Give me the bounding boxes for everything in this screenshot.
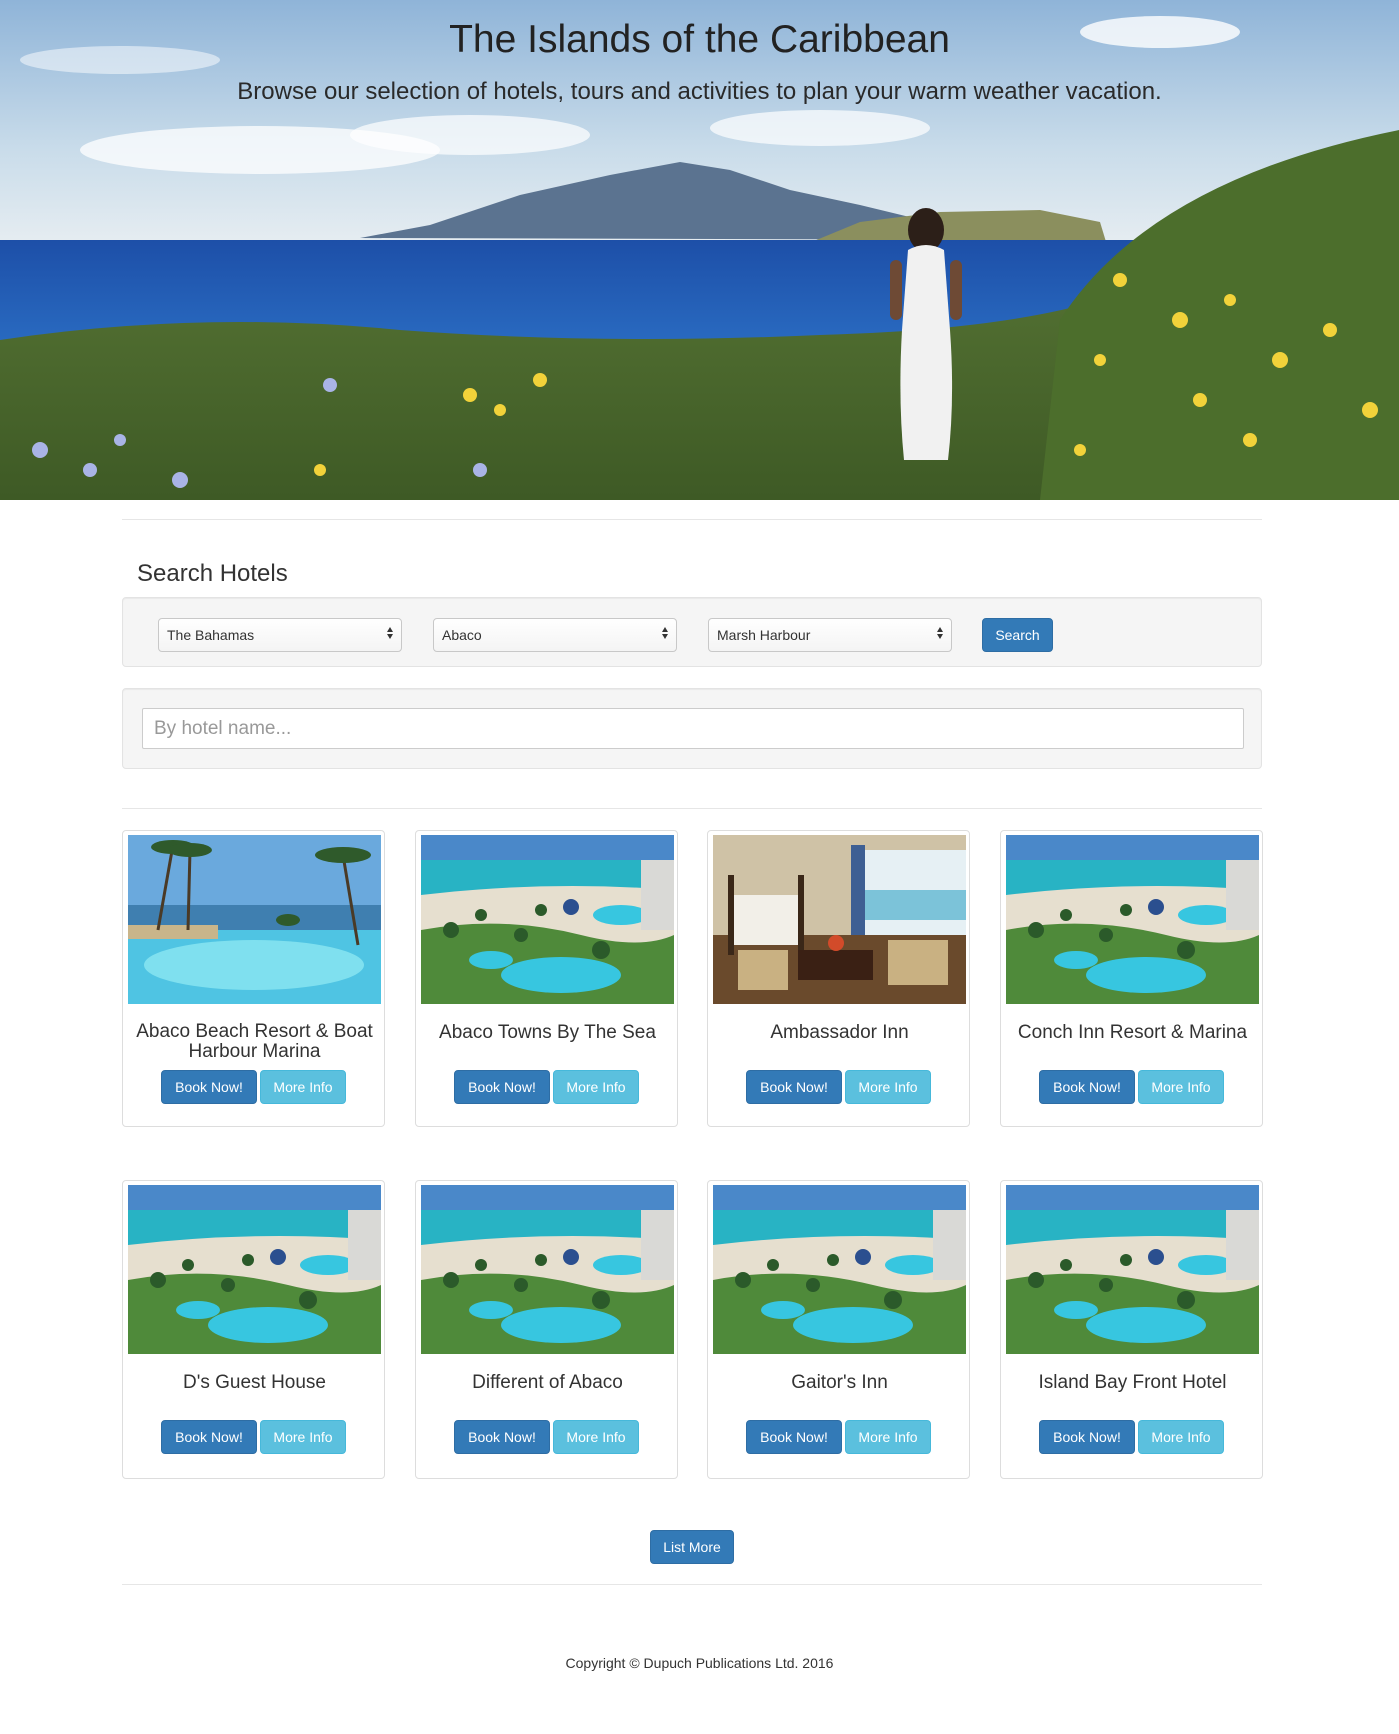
hotel-photo[interactable] (713, 835, 966, 1004)
hotel-card: Different of Abaco Book Now! More Info (415, 1180, 678, 1479)
more-info-button[interactable]: More Info (553, 1420, 639, 1454)
select-arrows-icon (661, 627, 669, 643)
hotel-photo[interactable] (1006, 835, 1259, 1004)
island-select-value: Abaco (442, 627, 482, 643)
hotel-photo[interactable] (421, 1185, 674, 1354)
town-select[interactable]: Marsh Harbour (708, 618, 952, 652)
hotel-card: Abaco Beach Resort & Boat Harbour Marina… (122, 830, 385, 1127)
island-select[interactable]: Abaco (433, 618, 677, 652)
book-now-button[interactable]: Book Now! (746, 1070, 842, 1104)
hotel-card: D's Guest House Book Now! More Info (122, 1180, 385, 1479)
hotel-name: Ambassador Inn (770, 1022, 909, 1043)
hotel-name-search-panel (122, 688, 1262, 769)
book-now-button[interactable]: Book Now! (454, 1420, 550, 1454)
hotel-name: Different of Abaco (472, 1372, 623, 1393)
search-hotels-heading: Search Hotels (137, 560, 288, 587)
hotel-photo[interactable] (421, 835, 674, 1004)
divider (122, 1584, 1262, 1585)
hotel-name: Abaco Towns By The Sea (439, 1022, 656, 1043)
hotel-photo[interactable] (1006, 1185, 1259, 1354)
country-select[interactable]: The Bahamas (158, 618, 402, 652)
footer-copyright: Copyright © Dupuch Publications Ltd. 201… (565, 1655, 834, 1671)
hotel-card: Conch Inn Resort & Marina Book Now! More I… (1000, 830, 1263, 1127)
hotel-card: Ambassador Inn Book Now! More Info (707, 830, 970, 1127)
hotel-name: D's Guest House (182, 1372, 327, 1393)
page-subtitle: Browse our selection of hotels, tours an… (237, 78, 1162, 105)
hotel-card: Gaitor's Inn Book Now! More Info (707, 1180, 970, 1479)
select-arrows-icon (936, 627, 944, 643)
hotel-name: Abaco Beach Resort & Boat Harbour Marina (136, 1021, 373, 1062)
hotel-photo[interactable] (128, 1185, 381, 1354)
hotel-card: Abaco Towns By The Sea Book Now! More Info (415, 830, 678, 1127)
more-info-button[interactable]: More Info (1138, 1070, 1224, 1104)
book-now-button[interactable]: Book Now! (161, 1070, 257, 1104)
book-now-button[interactable]: Book Now! (161, 1420, 257, 1454)
more-info-button[interactable]: More Info (553, 1070, 639, 1104)
more-info-button[interactable]: More Info (845, 1420, 931, 1454)
more-info-button[interactable]: More Info (260, 1420, 346, 1454)
hotel-photo[interactable] (128, 835, 381, 1004)
search-filters-panel: The Bahamas Abaco Marsh Harbour Search (122, 597, 1262, 667)
more-info-button[interactable]: More Info (845, 1070, 931, 1104)
hero-banner: The Islands of the Caribbean Browse our … (0, 0, 1399, 500)
town-select-value: Marsh Harbour (717, 627, 811, 643)
hotel-name: Conch Inn Resort & Marina (1017, 1022, 1248, 1043)
hotel-card: Island Bay Front Hotel Book Now! More Info (1000, 1180, 1263, 1479)
hotel-name-input[interactable] (142, 708, 1244, 749)
divider (122, 519, 1262, 520)
book-now-button[interactable]: Book Now! (1039, 1070, 1135, 1104)
hotel-name: Gaitor's Inn (791, 1372, 888, 1393)
book-now-button[interactable]: Book Now! (454, 1070, 550, 1104)
page-title: The Islands of the Caribbean (449, 18, 950, 61)
divider (122, 808, 1262, 809)
book-now-button[interactable]: Book Now! (1039, 1420, 1135, 1454)
select-arrows-icon (386, 627, 394, 643)
list-more-button[interactable]: List More (650, 1530, 734, 1564)
search-button[interactable]: Search (982, 618, 1053, 652)
hotel-photo[interactable] (713, 1185, 966, 1354)
more-info-button[interactable]: More Info (260, 1070, 346, 1104)
book-now-button[interactable]: Book Now! (746, 1420, 842, 1454)
country-select-value: The Bahamas (167, 627, 255, 643)
hotel-name: Island Bay Front Hotel (1038, 1372, 1227, 1393)
hero-landscape-image (0, 0, 1399, 500)
more-info-button[interactable]: More Info (1138, 1420, 1224, 1454)
